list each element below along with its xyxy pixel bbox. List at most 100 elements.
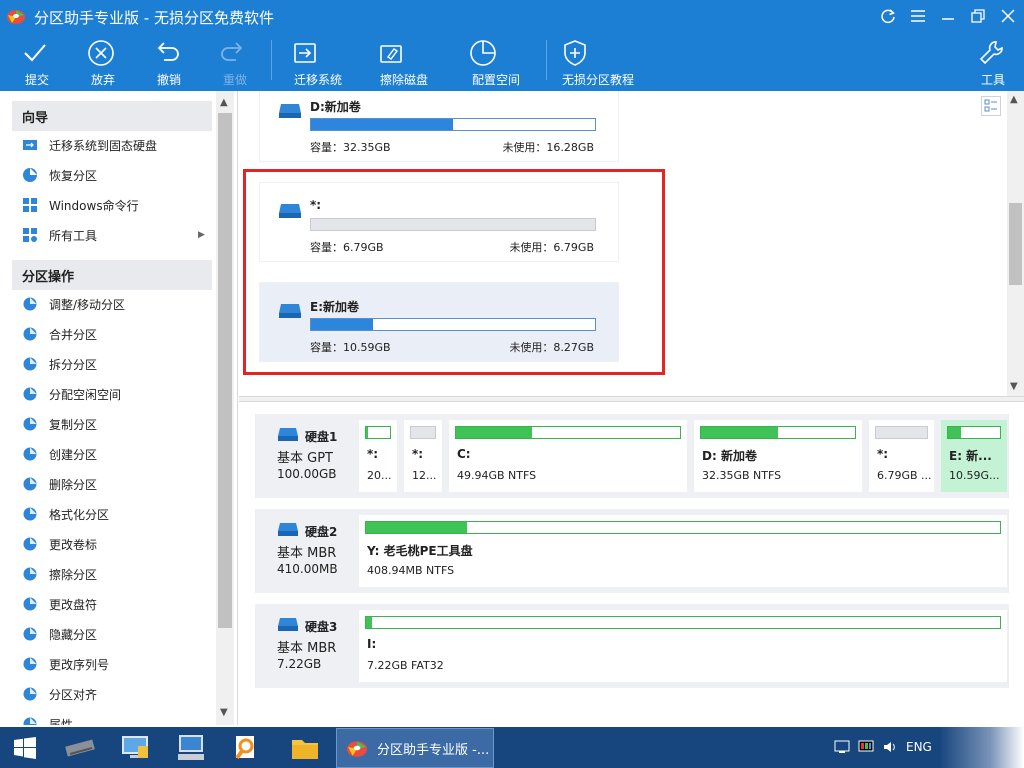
taskbar: 分区助手专业版 -... ENG (0, 727, 1024, 768)
migrate-system-button[interactable]: 迁移系统 (290, 38, 346, 88)
allocate-space-label: 配置空间 (471, 73, 520, 87)
sidebar-item-label: 恢复分区 (49, 168, 98, 183)
minimize-button[interactable] (937, 6, 959, 26)
scroll-up-icon[interactable]: ▲ (220, 97, 228, 108)
partition-usage-bar (410, 426, 436, 439)
disk-partition-block[interactable]: *: 6.79GB ... (869, 420, 934, 492)
refresh-button[interactable] (877, 6, 899, 26)
sidebar-scroll-thumb[interactable] (218, 113, 232, 628)
disk-partition-block[interactable]: *: 20... (359, 420, 397, 492)
allocate-space-icon (22, 386, 38, 402)
language-indicator[interactable]: ENG (906, 740, 932, 754)
taskbar-computer-app[interactable] (110, 729, 160, 767)
usage-fill (311, 119, 453, 130)
menu-button[interactable] (907, 6, 929, 26)
partition-card[interactable]: D:新加卷 容量：32.35GB 未使用：16.28GB (259, 91, 619, 162)
undo-button[interactable]: 撤销 (152, 38, 186, 88)
disk-partition-block[interactable]: *: 12... (404, 420, 442, 492)
wrench-icon (976, 38, 1010, 68)
sidebar-item-op[interactable]: 属性 (22, 713, 73, 725)
close-icon (1001, 9, 1015, 23)
disk-row[interactable]: 硬盘2 基本 MBR 410.00MB Y: 老毛桃PE工具盘 408.94MB NTF… (255, 509, 1009, 593)
disk-info: 硬盘1 基本 GPT 100.00GB (255, 414, 355, 498)
close-button[interactable] (997, 6, 1019, 26)
sidebar-item-all-tools[interactable]: 所有工具 ▶ (22, 224, 212, 246)
wipe-disk-button[interactable]: 擦除磁盘 (376, 38, 432, 88)
magnifier-document-icon (232, 734, 260, 762)
disk-partition-block[interactable]: E: 新... 10.59G... (941, 420, 1007, 492)
sidebar-item-recover-partition[interactable]: 恢复分区 (22, 164, 97, 186)
taskbar-memory-app[interactable] (55, 729, 105, 767)
sidebar-item-op[interactable]: 擦除分区 (22, 563, 97, 585)
allocate-space-button[interactable]: 配置空间 (468, 38, 524, 88)
change-label-icon (22, 536, 38, 552)
taskbar-search-app[interactable] (221, 729, 271, 767)
disk-info: 硬盘2 基本 MBR 410.00MB (255, 509, 355, 593)
restore-button[interactable] (967, 6, 989, 26)
drive-icon (278, 101, 302, 119)
disk-row[interactable]: 硬盘3 基本 MBR 7.22GB I: 7.22GB FAT32 (255, 604, 1009, 688)
disk-partition-block[interactable]: C: 49.94GB NTFS (449, 420, 687, 492)
sidebar-item-label: 分区对齐 (49, 687, 98, 702)
volume-icon[interactable] (882, 740, 898, 757)
disk-partition-block[interactable]: Y: 老毛桃PE工具盘 408.94MB NTFS (359, 515, 1007, 587)
discard-label: 放弃 (90, 73, 115, 87)
sidebar-item-migrate-ssd[interactable]: 迁移系统到固态硬盘 (22, 134, 157, 156)
action-center-icon[interactable] (834, 740, 850, 757)
sidebar-item-windows-cmd[interactable]: Windows命令行 (22, 194, 139, 216)
sidebar-item-label: Windows命令行 (49, 198, 139, 213)
tutorial-button[interactable]: 无损分区教程 (560, 38, 636, 88)
sidebar-item-op[interactable]: 删除分区 (22, 473, 97, 495)
disk-row[interactable]: 硬盘1 基本 GPT 100.00GB *: 20... *: 12... C: 49.94GB… (255, 414, 1009, 498)
main-scroll-thumb[interactable] (1009, 203, 1022, 285)
change-serial-icon (22, 656, 38, 672)
disk-partition-block[interactable]: I: 7.22GB FAT32 (359, 610, 1007, 682)
app-logo-icon (345, 738, 369, 758)
submit-button[interactable]: 提交 (20, 38, 54, 88)
sidebar-item-op[interactable]: 创建分区 (22, 443, 97, 465)
sidebar-item-op[interactable]: 分配空闲空间 (22, 383, 121, 405)
disk-size: 410.00MB (277, 562, 338, 576)
wipe-disk-label: 擦除磁盘 (379, 73, 428, 87)
disk-partition-block[interactable]: D: 新加卷 32.35GB NTFS (694, 420, 862, 492)
sidebar-item-op[interactable]: 隐藏分区 (22, 623, 97, 645)
partition-label: I: (367, 637, 377, 651)
display-icon[interactable] (858, 740, 874, 757)
partition-info: 10.59G... (949, 469, 1000, 482)
sidebar-item-label: 复制分区 (49, 417, 98, 432)
sidebar-item-op[interactable]: 更改盘符 (22, 593, 97, 615)
sidebar-item-op[interactable]: 复制分区 (22, 413, 97, 435)
start-button[interactable] (0, 729, 50, 767)
sidebar-item-op[interactable]: 更改序列号 (22, 653, 109, 675)
refresh-icon (880, 8, 896, 24)
sidebar-item-op[interactable]: 拆分分区 (22, 353, 97, 375)
scroll-down-icon[interactable]: ▼ (220, 707, 228, 718)
disk-size: 7.22GB (277, 657, 322, 671)
sidebar-item-label: 更改序列号 (49, 657, 110, 672)
sidebar-item-op[interactable]: 更改卷标 (22, 533, 97, 555)
taskbar-monitor-app[interactable] (166, 729, 216, 767)
tools-button[interactable]: 工具 (976, 38, 1010, 88)
monitor-keyboard-icon (176, 734, 206, 762)
show-desktop-button[interactable] (940, 727, 1024, 768)
taskbar-active-window[interactable]: 分区助手专业版 -... (336, 728, 494, 768)
undo-label: 撤销 (156, 73, 181, 87)
split-partition-icon (22, 356, 38, 372)
partition-usage-bar (365, 616, 1001, 629)
partition-capacity: 容量：32.35GB (310, 141, 391, 154)
sidebar-item-op[interactable]: 格式化分区 (22, 503, 109, 525)
sidebar-item-op[interactable]: 合并分区 (22, 323, 97, 345)
scroll-down-icon[interactable]: ▼ (1010, 381, 1018, 392)
discard-button[interactable]: 放弃 (86, 38, 120, 88)
taskbar-folder-app[interactable] (280, 729, 330, 767)
redo-button[interactable]: 重做 (218, 38, 252, 88)
view-toggle-button[interactable] (981, 96, 1001, 116)
partition-info: 408.94MB NTFS (367, 564, 455, 577)
sidebar-item-op[interactable]: 调整/移动分区 (22, 293, 125, 315)
sidebar-item-op[interactable]: 分区对齐 (22, 683, 97, 705)
scroll-up-icon[interactable]: ▲ (1010, 94, 1018, 105)
migrate-disk-icon (290, 38, 346, 68)
list-view-icon (982, 97, 1000, 115)
title-bar: 分区助手专业版 - 无损分区免费软件 (0, 0, 1024, 32)
redo-icon (218, 38, 252, 68)
